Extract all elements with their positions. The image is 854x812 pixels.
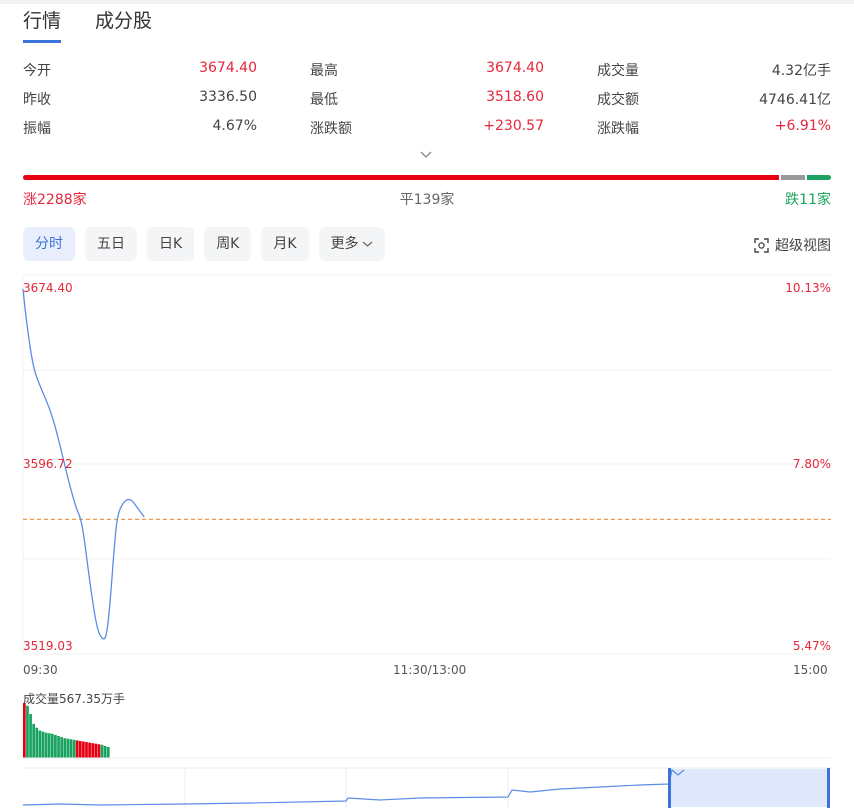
stat-label: 涨跌幅 xyxy=(597,121,639,137)
breadth-up-segment xyxy=(23,175,780,180)
tab-more[interactable]: 更多 xyxy=(318,227,385,261)
volume-bar xyxy=(26,705,29,758)
volume-bar xyxy=(91,743,95,758)
overview-selection xyxy=(669,769,829,807)
volume-bar xyxy=(44,732,48,758)
x-tick: 09:30 xyxy=(23,663,58,677)
stats-row: 昨收 3336.50 最低 3518.60 成交额 4746.41亿 xyxy=(23,89,831,118)
stat-label: 涨跌额 xyxy=(310,121,352,137)
chart-grid xyxy=(22,274,831,655)
volume-bar xyxy=(47,733,51,758)
stat-label: 成交额 xyxy=(597,92,639,108)
intraday-chart[interactable]: 3674.40 3596.72 3519.03 10.13% 7.80% 5.4… xyxy=(0,270,854,812)
volume-bar xyxy=(82,741,85,758)
stat-value: 4.32亿手 xyxy=(771,63,831,79)
tab-weekly-k[interactable]: 周K xyxy=(204,227,252,261)
stat-value: 4.67% xyxy=(212,118,257,134)
volume-bar xyxy=(23,703,26,758)
volume-bar xyxy=(78,740,82,758)
y-right-tick: 7.80% xyxy=(793,457,831,471)
period-tabs: 分时 五日 日K 周K 月K 更多 xyxy=(23,227,385,261)
overview-line xyxy=(22,768,685,806)
y-right-tick: 5.47% xyxy=(793,639,831,653)
stat-value: 3674.40 xyxy=(199,60,257,76)
stat-value: 3336.50 xyxy=(199,89,257,105)
tab-label: 日K xyxy=(159,236,183,252)
stat-value: 3674.40 xyxy=(486,60,544,76)
tab-monthly-k[interactable]: 月K xyxy=(261,227,309,261)
stat-value: +230.57 xyxy=(483,118,544,134)
volume-bar xyxy=(94,743,98,758)
volume-bars xyxy=(23,703,831,759)
volume-bar xyxy=(29,714,32,758)
volume-bar xyxy=(72,739,76,758)
stat-label: 最高 xyxy=(310,63,338,79)
volume-bar xyxy=(66,738,70,758)
tab-label: 分时 xyxy=(35,236,63,252)
volume-bar xyxy=(69,739,73,758)
volume-bar xyxy=(38,730,42,758)
stats-row: 今开 3674.40 最高 3674.40 成交量 4.32亿手 xyxy=(23,60,831,89)
y-left-tick: 3674.40 xyxy=(23,281,73,295)
stat-label: 昨收 xyxy=(23,92,51,108)
stat-label: 最低 xyxy=(310,92,338,108)
stat-label: 成交量 xyxy=(597,63,639,79)
volume-bar xyxy=(41,731,45,758)
breadth-up-label: 涨2288家 xyxy=(23,192,87,208)
tab-daily-k[interactable]: 日K xyxy=(147,227,195,261)
breadth-down-segment xyxy=(806,175,831,180)
y-left-tick: 3519.03 xyxy=(23,639,73,653)
market-breadth-bar xyxy=(23,174,831,182)
stats-panel: 今开 3674.40 最高 3674.40 成交量 4.32亿手 昨收 3336… xyxy=(23,60,831,147)
stat-value: +6.91% xyxy=(774,118,831,134)
tab-constituents[interactable]: 成分股 xyxy=(95,6,152,43)
breadth-labels: 平139家 涨2288家 跌11家 xyxy=(23,189,831,209)
stats-row: 振幅 4.67% 涨跌额 +230.57 涨跌幅 +6.91% xyxy=(23,118,831,147)
volume-bar xyxy=(54,734,57,758)
volume-bar xyxy=(63,738,67,758)
volume-bar xyxy=(85,742,88,758)
tab-quotes[interactable]: 行情 xyxy=(23,6,62,43)
x-tick: 15:00 xyxy=(793,663,828,677)
volume-bar xyxy=(97,744,101,758)
chevron-down-icon xyxy=(362,241,372,247)
fullscreen-icon xyxy=(754,237,769,253)
top-band xyxy=(0,0,854,4)
breadth-flat-segment xyxy=(781,175,805,180)
overview-strip xyxy=(22,767,831,808)
stat-label: 今开 xyxy=(23,63,51,79)
breadth-down-label: 跌11家 xyxy=(785,192,831,208)
stat-value: 4746.41亿 xyxy=(759,92,831,108)
volume-bar xyxy=(60,737,63,758)
tab-label: 周K xyxy=(216,236,240,252)
volume-bar xyxy=(35,727,39,758)
volume-bar xyxy=(75,740,79,758)
overview-handle-right xyxy=(827,768,830,808)
stat-value: 3518.60 xyxy=(486,89,544,105)
volume-bar xyxy=(88,742,91,758)
super-view-label: 超级视图 xyxy=(775,238,831,254)
volume-bar xyxy=(106,747,110,758)
y-right-tick: 10.13% xyxy=(785,281,831,295)
volume-bar xyxy=(32,723,36,758)
volume-bar xyxy=(100,744,104,758)
y-left-tick: 3596.72 xyxy=(23,457,73,471)
tab-label: 更多 xyxy=(330,236,359,252)
tab-five-day[interactable]: 五日 xyxy=(85,227,137,261)
tab-label: 五日 xyxy=(97,236,125,252)
super-view-button[interactable]: 超级视图 xyxy=(754,235,831,255)
breadth-flat-label: 平139家 xyxy=(399,192,455,208)
expand-chevron-icon[interactable] xyxy=(419,150,433,160)
x-tick: 11:30/13:00 xyxy=(393,663,467,677)
tab-label: 月K xyxy=(273,236,297,252)
volume-label: 成交量567.35万手 xyxy=(23,692,125,706)
stat-label: 振幅 xyxy=(23,121,51,137)
overview-handle-left xyxy=(668,768,671,808)
volume-bar xyxy=(103,745,107,758)
volume-bar xyxy=(50,733,54,758)
tab-intraday[interactable]: 分时 xyxy=(23,227,75,261)
volume-bar xyxy=(57,736,60,758)
main-tabs: 行情 成分股 xyxy=(23,6,152,43)
